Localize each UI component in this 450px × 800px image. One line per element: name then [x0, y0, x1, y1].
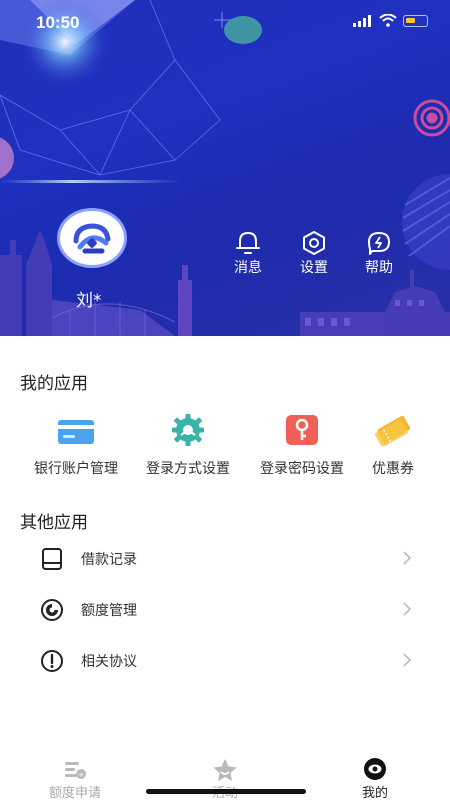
- login-password-app[interactable]: 登录密码设置: [254, 414, 350, 478]
- tab-mine[interactable]: 我的: [335, 748, 415, 800]
- header-background-graphic: [0, 0, 450, 336]
- battery-icon: [403, 14, 428, 27]
- quota-apply-icon: +: [65, 762, 86, 779]
- coupon-label: 优惠券: [372, 461, 414, 477]
- loan-records-item[interactable]: 借款记录: [40, 539, 412, 579]
- cellular-signal-icon: [353, 14, 371, 27]
- login-method-app[interactable]: 登录方式设置: [140, 414, 236, 478]
- agreements-label: 相关协议: [81, 654, 137, 670]
- loan-records-label: 借款记录: [81, 552, 137, 568]
- agreement-icon: [41, 650, 63, 672]
- login-method-label: 登录方式设置: [146, 461, 230, 477]
- quota-icon: [41, 599, 63, 621]
- tab-quota-apply[interactable]: + 额度申请: [35, 748, 115, 800]
- profile-eye-icon: [364, 758, 386, 780]
- username: 刘*: [76, 291, 102, 311]
- help-chat-icon: [368, 232, 390, 255]
- help-button[interactable]: 帮助: [354, 230, 404, 277]
- status-bar: 10:50: [0, 0, 450, 46]
- quota-management-label: 额度管理: [81, 603, 137, 619]
- key-icon: [286, 415, 318, 445]
- login-password-label: 登录密码设置: [260, 461, 344, 477]
- other-apps-title: 其他应用: [20, 513, 88, 533]
- bell-icon: [236, 232, 260, 254]
- tab-mine-label: 我的: [361, 786, 388, 800]
- settings-label: 设置: [300, 260, 328, 276]
- settings-button[interactable]: 设置: [289, 230, 339, 277]
- home-indicator: [146, 789, 306, 794]
- quota-management-item[interactable]: 额度管理: [40, 590, 412, 630]
- profile-header: 10:50 刘* 消息 设置 帮助: [0, 0, 450, 336]
- bank-account-app[interactable]: 银行账户管理: [28, 414, 124, 478]
- record-icon: [42, 548, 62, 570]
- star-activity-icon: [213, 759, 237, 781]
- settings-icon: [303, 231, 325, 255]
- app-logo-icon: [73, 223, 111, 254]
- agreements-item[interactable]: 相关协议: [40, 641, 412, 681]
- status-icons: [353, 14, 428, 27]
- bank-account-label: 银行账户管理: [34, 461, 118, 477]
- coupon-icon: [375, 415, 411, 446]
- chevron-right-icon: [403, 602, 412, 616]
- my-apps-title: 我的应用: [20, 374, 88, 394]
- status-time: 10:50: [36, 13, 80, 32]
- coupon-app[interactable]: 优惠券: [362, 414, 424, 478]
- my-apps-grid: 银行账户管理 登录方式设置 登录密码设置 优惠券: [0, 414, 450, 478]
- chevron-right-icon: [403, 551, 412, 565]
- bank-card-icon: [58, 420, 94, 444]
- avatar[interactable]: [57, 208, 129, 268]
- messages-label: 消息: [234, 260, 262, 276]
- tab-quota-apply-label: 额度申请: [48, 786, 101, 800]
- avatar-frame: [57, 208, 127, 268]
- svg-text:+: +: [78, 771, 84, 779]
- help-label: 帮助: [365, 260, 393, 276]
- chevron-right-icon: [403, 653, 412, 667]
- messages-button[interactable]: 消息: [223, 230, 273, 277]
- wifi-icon: [379, 14, 397, 27]
- gear-icon: [172, 414, 204, 446]
